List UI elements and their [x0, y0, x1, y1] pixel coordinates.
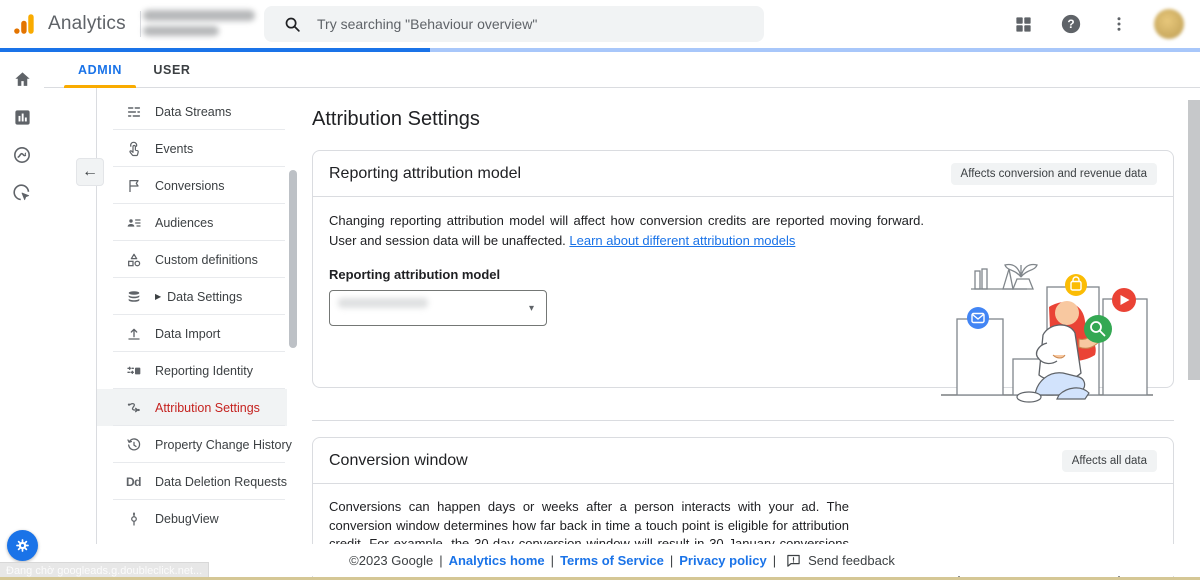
- active-tab-underline: [64, 85, 136, 88]
- affects-badge: Affects conversion and revenue data: [951, 163, 1157, 185]
- card-description: Changing reporting attribution model wil…: [329, 211, 924, 251]
- section-divider: [312, 420, 1174, 421]
- header-actions: ?: [1010, 0, 1200, 48]
- page-title: Attribution Settings: [312, 108, 480, 131]
- attribution-models-link[interactable]: Learn about different attribution models: [569, 233, 795, 248]
- attribution-illustration: [931, 247, 1163, 417]
- footer: ©2023 Google | Analytics home | Terms of…: [44, 544, 1200, 576]
- send-feedback-button[interactable]: Send feedback: [786, 553, 895, 568]
- data-streams-icon: [125, 103, 142, 120]
- feedback-icon: [786, 553, 801, 568]
- svg-text:?: ?: [1067, 17, 1074, 31]
- footer-separator: |: [670, 553, 673, 568]
- sidebar-item-data-deletion-requests[interactable]: Dd Data Deletion Requests: [97, 463, 287, 500]
- data-deletion-icon: Dd: [125, 473, 142, 490]
- sidebar-item-custom-definitions[interactable]: Custom definitions: [97, 241, 287, 278]
- attribution-model-dropdown[interactable]: ▾: [329, 290, 547, 326]
- app-name: Analytics: [48, 13, 126, 35]
- card-body: Changing reporting attribution model wil…: [313, 197, 1173, 340]
- audiences-icon: [125, 214, 142, 231]
- debug-icon: [125, 510, 142, 527]
- sidebar-item-attribution-settings[interactable]: Attribution Settings: [97, 389, 287, 426]
- home-icon[interactable]: [0, 60, 44, 98]
- advertising-icon[interactable]: [0, 174, 44, 212]
- sidebar-item-events[interactable]: Events: [97, 130, 287, 167]
- back-arrow-icon: ←: [82, 163, 98, 181]
- reporting-attribution-model-card: Reporting attribution model Affects conv…: [312, 150, 1174, 388]
- nav-rail: [0, 52, 44, 580]
- sidebar-scrollbar[interactable]: [289, 170, 297, 348]
- shapes-icon: [125, 251, 142, 268]
- sidebar-item-conversions[interactable]: Conversions: [97, 167, 287, 204]
- google-apps-grid-icon[interactable]: [1010, 11, 1036, 37]
- sidebar-item-audiences[interactable]: Audiences: [97, 204, 287, 241]
- help-icon[interactable]: ?: [1058, 11, 1084, 37]
- card-header: Reporting attribution model Affects conv…: [313, 151, 1173, 197]
- tab-admin[interactable]: ADMIN: [64, 52, 136, 88]
- footer-separator: |: [439, 553, 442, 568]
- analytics-logo-icon: [12, 11, 38, 37]
- sidebar-item-data-settings[interactable]: ▶ Data Settings: [97, 278, 287, 315]
- analytics-admin-page: Analytics ?: [0, 0, 1200, 580]
- card-title: Reporting attribution model: [329, 165, 521, 183]
- search-input[interactable]: [315, 15, 719, 33]
- footer-separator: |: [773, 553, 776, 568]
- avatar[interactable]: [1154, 9, 1184, 39]
- route-icon: [125, 399, 142, 416]
- copyright-text: ©2023 Google: [349, 553, 433, 568]
- upload-icon: [125, 325, 142, 342]
- sidebar-item-data-streams[interactable]: Data Streams: [97, 93, 287, 130]
- tab-user-label: USER: [153, 63, 190, 77]
- flag-icon: [125, 177, 142, 194]
- analytics-home-link[interactable]: Analytics home: [449, 553, 545, 568]
- page-scrollbar[interactable]: [1188, 100, 1200, 380]
- property-name-redacted[interactable]: [143, 26, 219, 36]
- sidebar-item-debugview[interactable]: DebugView: [97, 500, 287, 537]
- footer-separator: |: [551, 553, 554, 568]
- identity-icon: [125, 362, 142, 379]
- status-text: Đang chờ googleads.g.doubleclick.net...: [6, 565, 202, 577]
- search-bar[interactable]: [264, 6, 764, 42]
- admin-gear-button[interactable]: [7, 530, 38, 561]
- affects-badge: Affects all data: [1062, 450, 1157, 472]
- chevron-down-icon: ▾: [529, 303, 534, 314]
- history-icon: [125, 436, 142, 453]
- more-vert-icon[interactable]: [1106, 11, 1132, 37]
- card-title: Conversion window: [329, 452, 468, 470]
- header-divider: [140, 11, 141, 37]
- admin-tab-bar: ADMIN USER: [44, 52, 1200, 88]
- touch-icon: [125, 140, 142, 157]
- search-icon: [284, 16, 301, 33]
- terms-of-service-link[interactable]: Terms of Service: [560, 553, 664, 568]
- tab-user[interactable]: USER: [148, 52, 196, 88]
- card-header: Conversion window Affects all data: [313, 438, 1173, 484]
- top-header: Analytics ?: [0, 0, 1200, 48]
- reports-icon[interactable]: [0, 98, 44, 136]
- account-name-redacted[interactable]: [143, 10, 255, 21]
- explore-icon[interactable]: [0, 136, 44, 174]
- send-feedback-label: Send feedback: [808, 553, 895, 568]
- sidebar-item-property-change-history[interactable]: Property Change History: [97, 426, 287, 463]
- sidebar-item-reporting-identity[interactable]: Reporting Identity: [97, 352, 287, 389]
- database-icon: [125, 288, 142, 305]
- tab-admin-label: ADMIN: [78, 63, 122, 77]
- sidebar-item-data-import[interactable]: Data Import: [97, 315, 287, 352]
- privacy-policy-link[interactable]: Privacy policy: [679, 553, 766, 568]
- admin-sidebar: Data Streams Events Conversions: [97, 93, 287, 537]
- expand-arrow-icon[interactable]: ▶: [155, 292, 161, 301]
- gear-icon: [14, 537, 31, 554]
- analytics-logo[interactable]: Analytics: [0, 11, 126, 37]
- dropdown-value-redacted: [338, 298, 428, 308]
